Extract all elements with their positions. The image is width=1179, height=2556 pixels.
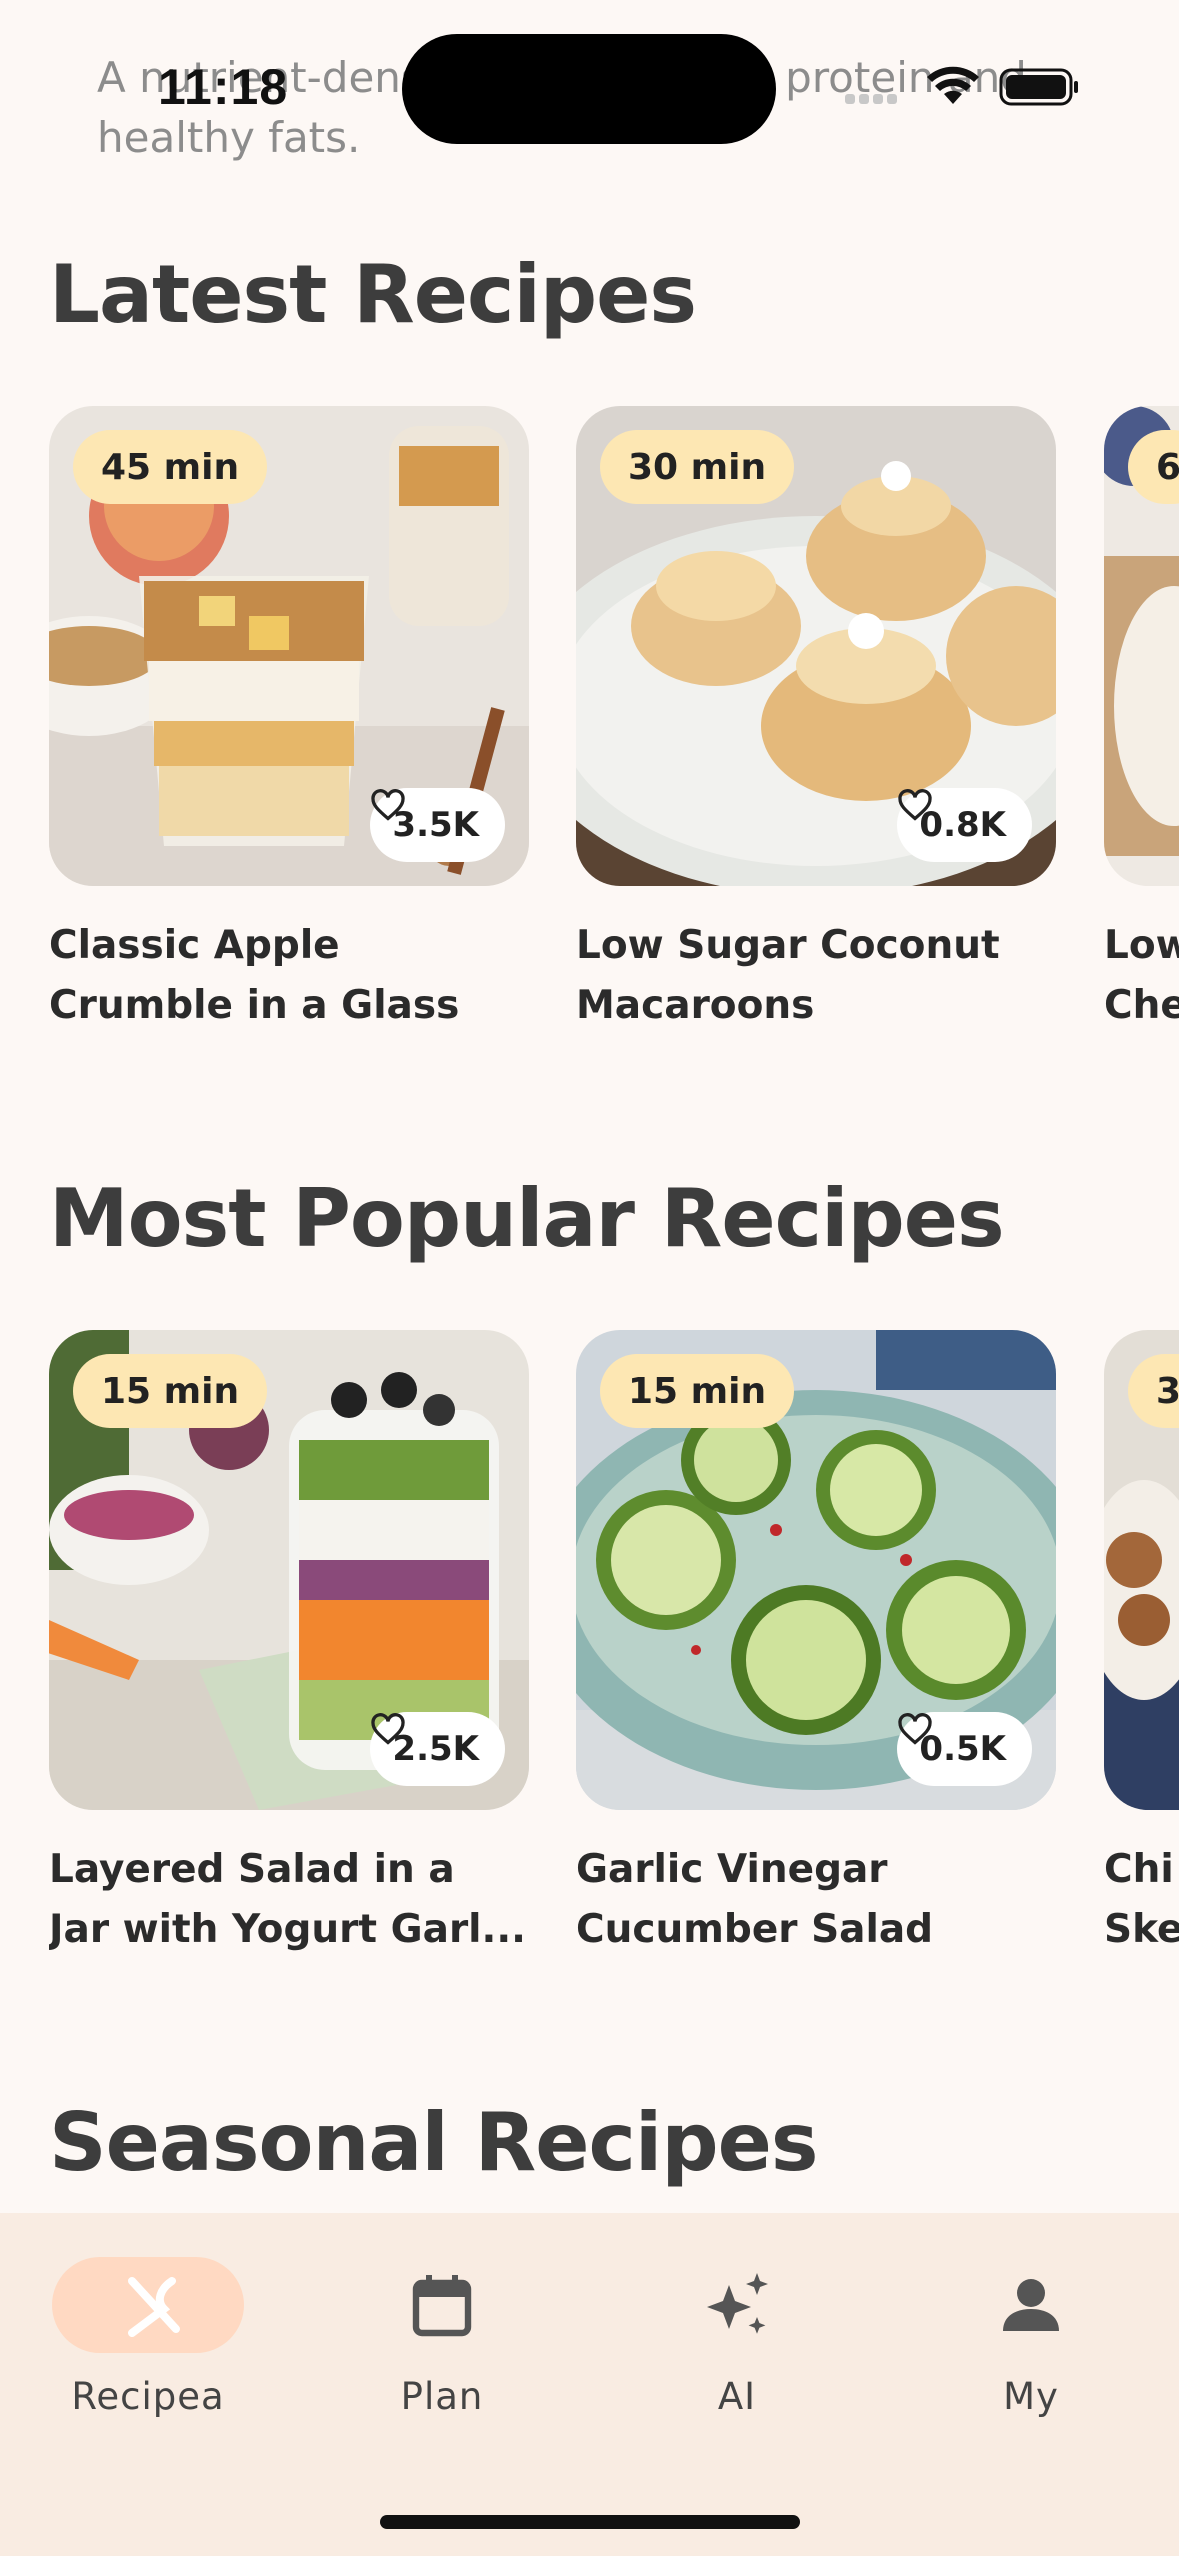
nav-item-recipea[interactable]: Recipea: [52, 2253, 252, 2418]
latest-recipes-row[interactable]: 45 min 3.5K Classic Apple Crumble in a G…: [0, 406, 1179, 1046]
wifi-icon: [927, 66, 979, 104]
heart-icon: [371, 1713, 406, 1745]
nav-label: My: [1003, 2375, 1059, 2418]
cellular-signal-icon: [845, 94, 897, 104]
recipe-image-layered-salad: 15 min 2.5K: [49, 1330, 529, 1810]
recipe-home-screen: A nutrient-dense meal with lean protein …: [0, 0, 1179, 2556]
like-button[interactable]: 2.5K: [370, 1712, 505, 1786]
section-title-latest: Latest Recipes: [49, 248, 697, 341]
recipe-title: Layered Salad in a Jar with Yogurt Garl.…: [49, 1847, 526, 1952]
heart-icon: [898, 1713, 933, 1745]
nav-item-my[interactable]: My: [931, 2253, 1131, 2418]
home-indicator: [380, 2515, 800, 2529]
recipe-image-partial: 6: [1104, 406, 1179, 886]
recipe-image-cucumber-salad: 15 min 0.5K: [576, 1330, 1056, 1810]
section-title-popular: Most Popular Recipes: [49, 1172, 1005, 1265]
fork-knife-icon: [128, 2277, 180, 2337]
heart-icon: [371, 789, 406, 821]
nav-label: Plan: [400, 2375, 484, 2418]
heart-icon: [898, 789, 933, 821]
recipe-image-apple-crumble: 45 min 3.5K: [49, 406, 529, 886]
recipe-title: Low Che: [1104, 923, 1179, 1028]
recipe-image-coconut-macaroons: 30 min 0.8K: [576, 406, 1056, 886]
nav-item-plan[interactable]: Plan: [342, 2253, 542, 2418]
status-icons: [845, 66, 1078, 106]
recipe-title: Chi Ske: [1104, 1847, 1179, 1952]
calendar-icon: [412, 2275, 472, 2337]
recipe-title: Classic Apple Crumble in a Glass: [49, 923, 460, 1028]
recipe-card-coconut-macaroons[interactable]: 30 min 0.8K Low Sugar Coconut Macaroons: [576, 406, 1056, 1036]
recipe-title: Low Sugar Coconut Macaroons: [576, 923, 1000, 1028]
recipe-image-partial: 3(: [1104, 1330, 1179, 1810]
nav-label: AI: [717, 2375, 757, 2418]
bottom-nav: Recipea Plan AI My: [0, 2213, 1179, 2556]
sparkle-icon: [707, 2273, 768, 2334]
nav-label: Recipea: [71, 2375, 225, 2418]
person-icon: [1003, 2279, 1059, 2331]
battery-icon: [999, 68, 1078, 106]
status-time: 11:18: [158, 59, 289, 115]
recipe-card-cucumber-salad[interactable]: 15 min 0.5K Garlic Vinegar Cucumber Sala…: [576, 1330, 1056, 1960]
cook-time-badge: 15 min: [600, 1354, 795, 1428]
section-title-seasonal: Seasonal Recipes: [49, 2096, 818, 2189]
recipe-card-partial[interactable]: 6 Low Che: [1104, 406, 1179, 1036]
nav-item-ai[interactable]: AI: [637, 2253, 837, 2418]
cook-time-badge: 15 min: [73, 1354, 268, 1428]
cook-time-badge: 30 min: [600, 430, 795, 504]
cook-time-badge: 45 min: [73, 430, 268, 504]
dynamic-island: [402, 34, 776, 144]
recipe-title: Garlic Vinegar Cucumber Salad: [576, 1847, 934, 1952]
popular-recipes-row[interactable]: 15 min 2.5K Layered Salad in a Jar with …: [0, 1330, 1179, 1970]
like-button[interactable]: 0.8K: [897, 788, 1032, 862]
recipe-card-layered-salad[interactable]: 15 min 2.5K Layered Salad in a Jar with …: [49, 1330, 529, 1960]
like-button[interactable]: 0.5K: [897, 1712, 1032, 1786]
recipe-card-apple-crumble[interactable]: 45 min 3.5K Classic Apple Crumble in a G…: [49, 406, 529, 1036]
recipe-card-partial[interactable]: 3( Chi Ske: [1104, 1330, 1179, 1960]
like-button[interactable]: 3.5K: [370, 788, 505, 862]
